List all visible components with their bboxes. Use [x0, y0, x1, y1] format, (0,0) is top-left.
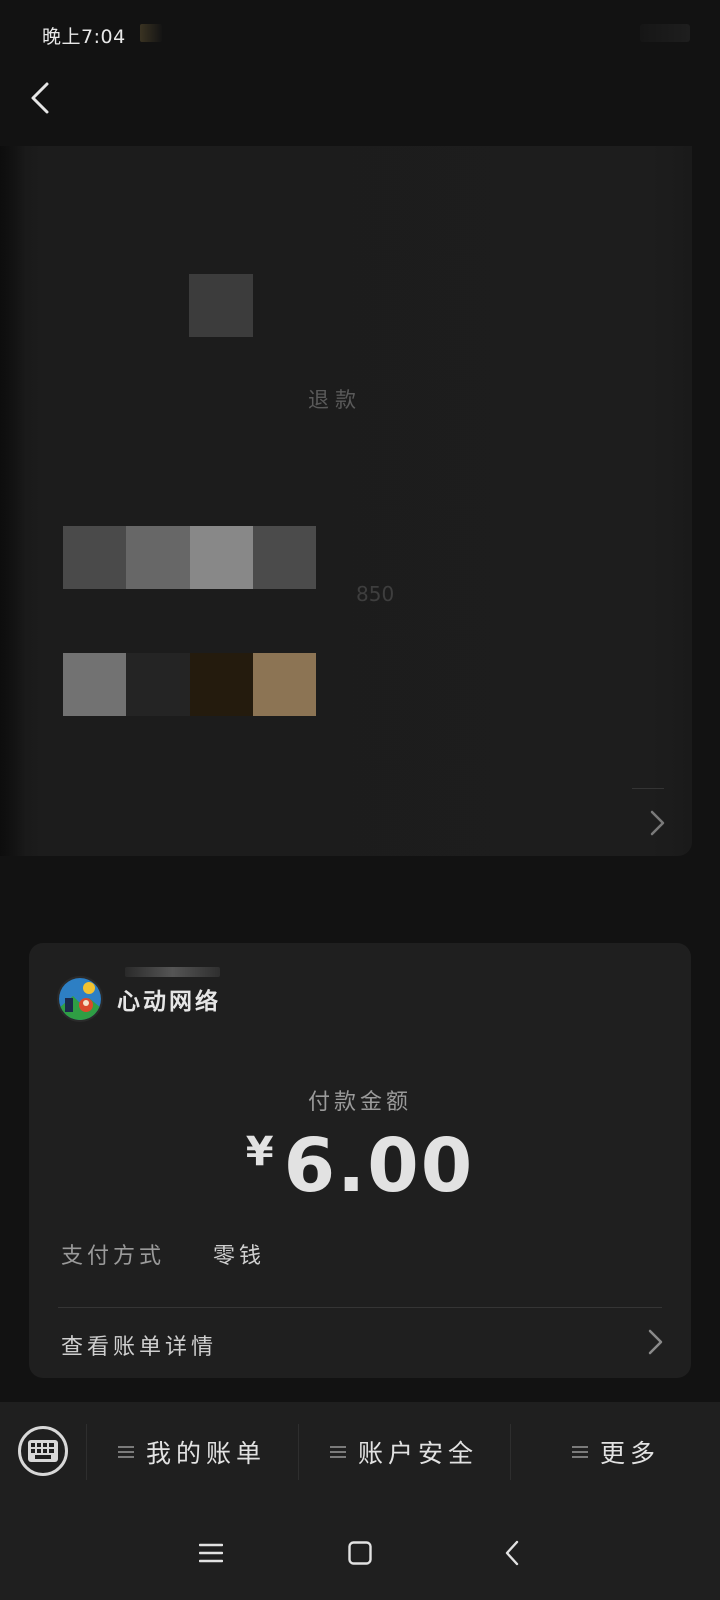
mosaic-cell	[126, 653, 190, 716]
payment-amount: ¥6.00	[29, 1123, 691, 1209]
merchant-avatar	[57, 976, 103, 1022]
mosaic-cell	[126, 526, 190, 589]
menu-separator	[86, 1424, 87, 1480]
status-bar: 晚上7:04	[0, 0, 720, 66]
nav-back-button[interactable]	[492, 1536, 532, 1570]
bottom-menu: 我的账单 账户安全 更多	[0, 1402, 720, 1502]
card-edge-shadow	[0, 146, 26, 856]
screen: 晚上7:04 退款 850 心动网络 付款金额 ¥ 6.00 支付方式 零钱 查…	[0, 0, 720, 1600]
back-arrow-icon	[31, 82, 49, 114]
status-notification-icon	[140, 24, 162, 42]
menu-item-label: 我的账单	[145, 1439, 266, 1468]
nav-back-icon	[505, 1540, 519, 1566]
menu-lines-icon	[329, 1446, 346, 1458]
mosaic-cell	[63, 526, 127, 589]
menu-item-more[interactable]: 更多	[512, 1402, 720, 1502]
refund-label: 退款	[308, 388, 362, 412]
mosaic-cell	[252, 526, 316, 589]
system-nav-bar	[0, 1502, 720, 1600]
status-time: 晚上7:04	[42, 26, 126, 48]
payment-method-label: 支付方式	[61, 1244, 166, 1269]
keyboard-toggle-button[interactable]	[18, 1426, 68, 1476]
view-bill-details-label: 查看账单详情	[61, 1335, 218, 1360]
mosaic-cell	[252, 653, 316, 716]
keyboard-icon	[28, 1440, 58, 1462]
menu-separator	[298, 1424, 299, 1480]
merchant-row[interactable]: 心动网络	[57, 976, 221, 1022]
menu-separator	[510, 1424, 511, 1480]
nav-recents-button[interactable]	[191, 1536, 231, 1570]
amount-value: 6.00	[283, 1123, 475, 1209]
chevron-right-icon	[648, 1329, 663, 1355]
faint-digits: 850	[356, 582, 395, 606]
chevron-right-icon[interactable]	[646, 808, 670, 838]
divider	[58, 1307, 662, 1308]
pixelated-avatar	[189, 274, 253, 337]
menu-lines-icon	[117, 1446, 134, 1458]
status-indicators	[640, 24, 690, 42]
nav-recents-icon	[199, 1543, 223, 1563]
payment-method-row: 支付方式 零钱	[61, 1238, 265, 1270]
payment-method-value: 零钱	[213, 1244, 266, 1269]
pixelated-block-2	[63, 653, 316, 716]
menu-item-label: 账户安全	[357, 1439, 478, 1468]
back-button[interactable]	[18, 74, 62, 122]
payment-amount-label: 付款金额	[307, 1090, 412, 1115]
mosaic-cell	[189, 653, 253, 716]
divider	[632, 788, 664, 789]
currency-symbol: ¥	[245, 1129, 274, 1175]
nav-home-icon	[348, 1541, 372, 1565]
menu-item-account-security[interactable]: 账户安全	[300, 1402, 508, 1502]
mosaic-cell	[189, 526, 253, 589]
merchant-name: 心动网络	[117, 989, 221, 1015]
menu-item-label: 更多	[599, 1439, 660, 1468]
nav-home-button[interactable]	[340, 1536, 380, 1570]
mosaic-cell	[63, 653, 127, 716]
menu-item-my-bills[interactable]: 我的账单	[88, 1402, 296, 1502]
menu-lines-icon	[571, 1446, 588, 1458]
pixelated-block-1	[63, 526, 316, 589]
view-bill-details-button[interactable]: 查看账单详情	[29, 1309, 691, 1375]
refund-card	[0, 146, 692, 856]
payment-card: 心动网络 付款金额 ¥6.00 支付方式 零钱 查看账单详情	[29, 943, 691, 1378]
